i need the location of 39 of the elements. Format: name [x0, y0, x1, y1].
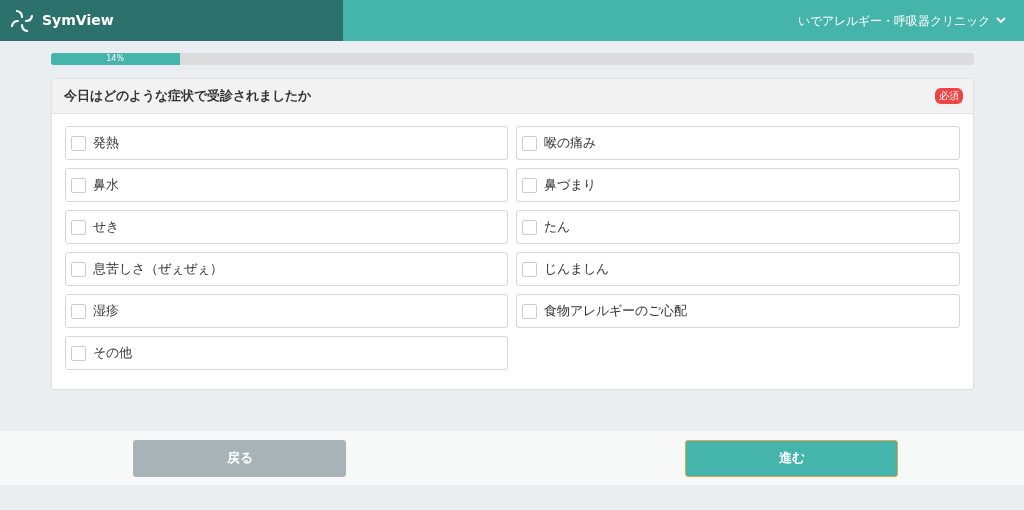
checkbox[interactable] — [70, 345, 86, 361]
checkbox[interactable] — [522, 219, 537, 235]
option-label: 息苦しさ（ぜぇぜぇ） — [92, 260, 223, 279]
option-row[interactable]: 鼻づまり — [516, 168, 960, 202]
checkbox[interactable] — [522, 177, 537, 193]
option-label: その他 — [92, 344, 132, 363]
option-label: 湿疹 — [92, 302, 119, 321]
checkbox[interactable] — [522, 135, 537, 151]
brand-name: SymView — [42, 11, 114, 30]
checkbox[interactable] — [70, 261, 86, 277]
logo-icon — [10, 8, 34, 33]
option-label: たん — [544, 218, 570, 237]
checkbox[interactable] — [522, 303, 537, 319]
chevron-down-icon — [996, 17, 1006, 24]
option-row[interactable]: 鼻水 — [64, 168, 508, 202]
checkbox[interactable] — [70, 177, 86, 193]
required-badge: 必須 — [934, 88, 963, 104]
option-row[interactable]: 発熱 — [64, 126, 508, 160]
option-label: 発熱 — [92, 134, 119, 153]
option-row[interactable]: 喉の痛み — [516, 126, 960, 160]
option-row[interactable]: その他 — [64, 336, 508, 370]
option-row[interactable]: せき — [64, 210, 508, 244]
option-label: 鼻水 — [92, 176, 119, 195]
option-label: 食物アレルギーのご心配 — [544, 302, 687, 321]
checkbox[interactable] — [522, 261, 537, 277]
option-label: せき — [92, 218, 119, 237]
checkbox[interactable] — [70, 219, 86, 235]
question-title: 今日はどのような症状で受診されましたか — [63, 86, 311, 105]
option-label: 鼻づまり — [544, 176, 596, 195]
option-label: じんましん — [544, 260, 609, 279]
checkbox[interactable] — [70, 135, 86, 151]
option-row[interactable]: じんましん — [516, 252, 960, 286]
checkbox[interactable] — [70, 303, 86, 319]
option-label: 喉の痛み — [544, 134, 596, 153]
option-row[interactable]: たん — [516, 210, 960, 244]
option-row[interactable]: 食物アレルギーのご心配 — [516, 294, 960, 328]
option-row[interactable]: 息苦しさ（ぜぇぜぇ） — [64, 252, 508, 286]
progress-label: 14% — [106, 55, 124, 63]
option-row[interactable]: 湿疹 — [64, 294, 508, 328]
